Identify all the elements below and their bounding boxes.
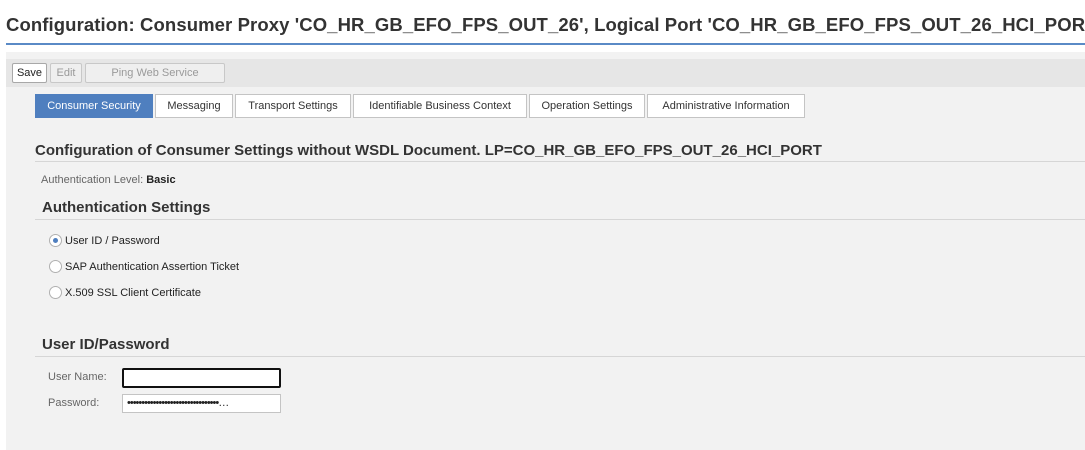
page-title: Configuration: Consumer Proxy 'CO_HR_GB_… [6,14,1085,35]
radio-button[interactable] [49,286,62,299]
title-divider [6,43,1085,45]
section-heading: Configuration of Consumer Settings witho… [35,142,822,159]
authentication-level-label: Authentication Level: [41,174,144,186]
password-input[interactable]: ••••••••••••••••••••••••••••••••… [122,394,281,413]
tab-identifiable-business-context[interactable]: Identifiable Business Context [353,94,527,118]
tab-operation-settings[interactable]: Operation Settings [529,94,645,118]
user-name-input[interactable] [122,368,281,388]
user-name-label: User Name: [48,371,107,383]
credentials-divider [35,356,1085,357]
authentication-settings-heading: Authentication Settings [42,199,211,216]
tab-administrative-information[interactable]: Administrative Information [647,94,805,118]
radio-button-selected[interactable] [49,234,62,247]
authentication-level-value: Basic [146,174,176,186]
authentication-level: Authentication Level: Basic [41,174,176,186]
configuration-panel: Save Edit Ping Web Service Consumer Secu… [6,52,1085,450]
edit-button[interactable]: Edit [50,63,82,83]
password-label: Password: [48,397,100,409]
radio-label: User ID / Password [65,235,160,247]
radio-label: X.509 SSL Client Certificate [65,287,201,299]
tab-consumer-security[interactable]: Consumer Security [35,94,153,118]
user-id-password-heading: User ID/Password [42,336,170,353]
section-divider [35,161,1085,162]
toolbar: Save Edit Ping Web Service [6,59,1085,87]
save-button[interactable]: Save [12,63,47,83]
authentication-settings-divider [35,219,1085,220]
radio-label: SAP Authentication Assertion Ticket [65,261,240,273]
ping-web-service-button[interactable]: Ping Web Service [85,63,225,83]
tab-transport-settings[interactable]: Transport Settings [235,94,351,118]
radio-button[interactable] [49,260,62,273]
tab-messaging[interactable]: Messaging [155,94,233,118]
